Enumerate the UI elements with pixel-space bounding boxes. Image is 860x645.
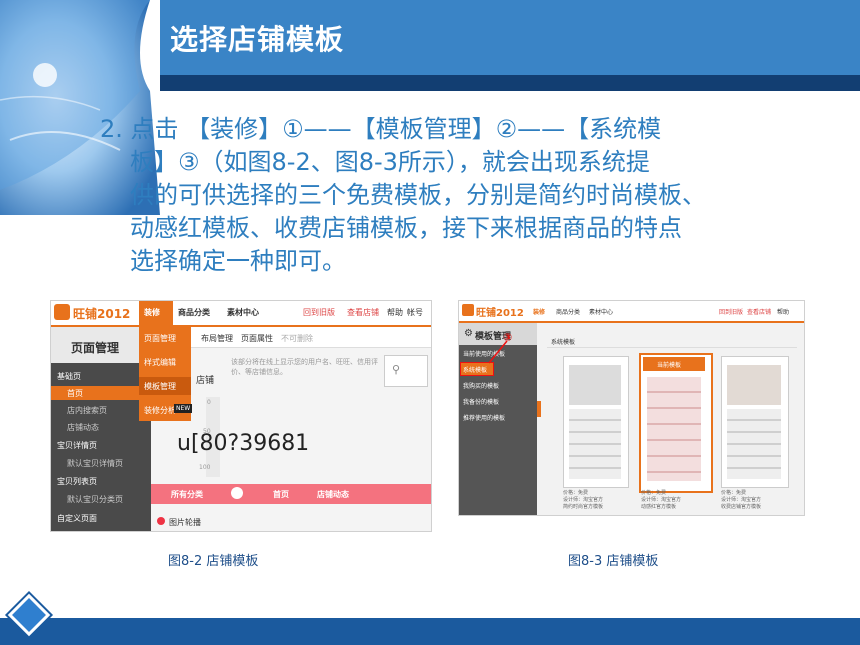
link-help[interactable]: 帮助 <box>387 307 403 318</box>
link-account[interactable]: 帐号 <box>407 307 423 318</box>
menu-template-manage[interactable]: 模板管理 <box>144 381 176 392</box>
card-desc: 简约时尚官方模板 <box>563 504 604 510</box>
store-nav-home[interactable]: 首页 <box>273 489 289 500</box>
tab-layout[interactable]: 布局管理 <box>201 333 233 344</box>
body-line: 动感红模板、收费店铺模板，接下来根据商品的特点 <box>130 214 682 242</box>
template-grid-2 <box>647 377 701 481</box>
new-badge: NEW <box>174 404 193 413</box>
template-grid-3 <box>727 409 781 479</box>
nav-materials[interactable]: 素材中心 <box>227 307 259 318</box>
body-line: 供的可供选择的三个免费模板，分别是简约时尚模板、 <box>130 181 706 209</box>
link-old-version[interactable]: 回到旧版 <box>303 307 335 318</box>
card-designer: 设计师：淘宝官方 <box>721 497 762 503</box>
ruler-tick: 0 <box>207 399 211 406</box>
card-desc: 动感红官方模板 <box>641 504 677 510</box>
sidebar-item[interactable]: 店内搜索页 <box>67 405 107 416</box>
menu-decorate-analysis[interactable]: 装修分析 <box>144 405 176 416</box>
sidebar-item[interactable]: 首页 <box>67 388 83 399</box>
store-hint: 该部分将在线上显示您的用户名、旺旺、信用评价、等店铺信息。 <box>231 358 378 376</box>
carousel-label: 图片轮播 <box>169 518 201 527</box>
chevron-down-icon[interactable] <box>231 487 243 499</box>
template-thumb-1 <box>569 365 621 405</box>
sidebar-item[interactable]: 基础页 <box>57 371 81 382</box>
menu-style-edit[interactable]: 样式编辑 <box>144 357 176 368</box>
ruler-tick: 100 <box>199 464 211 471</box>
slide-title: 选择店铺模板 <box>170 23 345 56</box>
tab-undeletable: 不可删除 <box>281 334 313 343</box>
search-input[interactable] <box>384 355 428 387</box>
card-price: 价格：免费 <box>563 490 589 496</box>
sidebar-item[interactable]: 自定义页面 <box>57 513 97 524</box>
card-price: 价格：免费 <box>721 490 747 496</box>
collapse-handle[interactable] <box>537 401 541 417</box>
body-paragraph: 2. 点击 【装修】①——【模板管理】②——【系统模 板】③（如图8-2、图8-… <box>100 113 800 278</box>
section-label: 系统模板 <box>551 339 576 346</box>
sidebar-item[interactable]: 默认宝贝详情页 <box>67 458 123 469</box>
sidebar-item[interactable]: 宝贝详情页 <box>57 440 97 451</box>
template-grid-1 <box>569 409 621 479</box>
store-nav-dynamics[interactable]: 店铺动态 <box>317 489 349 500</box>
search-icon: ⚲ <box>392 363 401 376</box>
slide-footer-bar <box>0 618 860 645</box>
template-thumb-3 <box>727 365 781 405</box>
carousel-dot-icon <box>157 517 165 525</box>
store-label: 店铺 <box>196 376 215 386</box>
shop-logo-text: 旺铺2012 <box>73 307 131 321</box>
nav-decorate[interactable]: 装修 <box>144 307 160 318</box>
current-template-badge: 当前模板 <box>657 362 682 369</box>
store-nav-all[interactable]: 所有分类 <box>171 489 203 500</box>
body-line: 选择确定一种即可。 <box>130 247 346 275</box>
card-designer: 设计师：淘宝官方 <box>563 497 604 503</box>
store-banner-text: u[80?39681 <box>177 431 310 456</box>
link-view-store[interactable]: 查看店铺 <box>347 307 379 318</box>
divider <box>547 347 797 348</box>
sidebar-active-bg <box>51 386 151 400</box>
sidebar-item[interactable]: 店铺动态 <box>67 422 99 433</box>
card-price: 价格：免费 <box>641 490 667 496</box>
figure-8-3-screenshot: 旺铺2012 装修 商品分类 素材中心 回到旧版 查看店铺 帮助 ⚙ 模板管理 … <box>458 300 805 516</box>
menu-page-manage[interactable]: 页面管理 <box>144 333 176 344</box>
card-desc: 收费店铺官方模板 <box>721 504 762 510</box>
body-line: 2. 点击 【装修】①——【模板管理】②——【系统模 <box>100 115 662 143</box>
body-line: 板】③（如图8-2、图8-3所示），就会出现系统提 <box>130 148 650 176</box>
store-logo-icon <box>54 304 70 320</box>
tab-page-props[interactable]: 页面属性 <box>241 333 273 344</box>
figure-8-2-screenshot: 旺铺2012 装修 商品分类 素材中心 回到旧版 查看店铺 帮助 帐号 页面管理… <box>50 300 432 532</box>
nav-categories[interactable]: 商品分类 <box>178 307 210 318</box>
caption-figure-8-3: 图8-3 店铺模板 <box>568 554 659 569</box>
sidebar-item[interactable]: 宝贝列表页 <box>57 476 97 487</box>
caption-figure-8-2: 图8-2 店铺模板 <box>168 554 259 569</box>
card-designer: 设计师：淘宝官方 <box>641 497 682 503</box>
sidebar-item[interactable]: 默认宝贝分类页 <box>67 494 123 505</box>
panel-title: 页面管理 <box>71 341 120 355</box>
